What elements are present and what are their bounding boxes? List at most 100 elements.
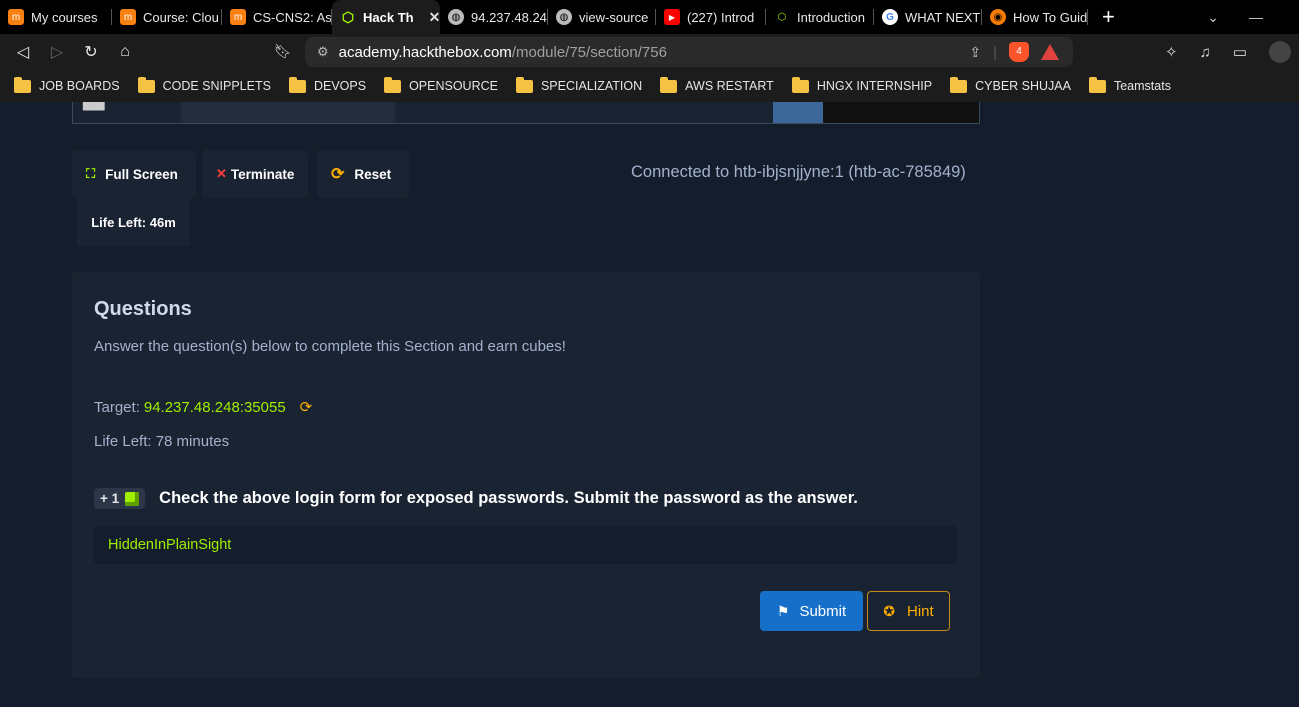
folder-icon <box>384 76 402 93</box>
globe-icon: ◍ <box>556 9 572 25</box>
folder-icon <box>950 76 968 93</box>
connection-status: Connected to htb-ibjsnjjyne:1 (htb-ac-78… <box>631 163 966 181</box>
bookmark-folder[interactable]: OPENSOURCE <box>384 76 498 93</box>
vnc-taskbar-strip <box>823 102 979 123</box>
browser-tab-active[interactable]: ⬡ Hack Th ✕ <box>332 0 440 34</box>
flag-icon: ⚑ <box>776 602 790 619</box>
cube-reward-badge: + 1 <box>94 488 146 509</box>
site-settings-icon[interactable]: ⚙︎ <box>317 44 329 60</box>
brave-rewards-icon[interactable] <box>1041 44 1059 60</box>
close-icon: ✕ <box>216 166 227 181</box>
browser-tab[interactable]: m Course: Clou <box>112 0 222 34</box>
reload-icon[interactable]: ↻ <box>74 42 108 62</box>
tab-title: WHAT NEXT <box>905 9 981 25</box>
profile-icon[interactable] <box>1269 41 1291 63</box>
moodle-icon: m <box>8 9 24 25</box>
youtube-icon: ▶ <box>664 9 680 25</box>
back-icon[interactable]: ◁ <box>6 42 40 62</box>
github-icon: ◉ <box>990 9 1006 25</box>
questions-subtitle: Answer the question(s) below to complete… <box>94 338 566 355</box>
browser-tab[interactable]: ◍ 94.237.48.24 <box>440 0 548 34</box>
browser-tab[interactable]: m CS-CNS2: As <box>222 0 332 34</box>
bookmarks-bar: JOB BOARDS CODE SNIPPLETS DEVOPS OPENSOU… <box>0 70 1299 102</box>
tab-title: Course: Clou <box>143 9 219 25</box>
folder-icon <box>137 76 155 93</box>
tab-title: Introduction <box>797 9 865 25</box>
vnc-life-left: Life Left: 46m <box>77 198 190 246</box>
vnc-screen[interactable]: ▆▆ <box>72 102 980 124</box>
share-icon[interactable]: ⇪ <box>969 44 981 61</box>
close-icon[interactable]: ✕ <box>429 9 440 26</box>
htb-cube-icon: ⬡ <box>341 8 355 25</box>
forward-icon[interactable]: ▷ <box>40 42 74 62</box>
reset-target-icon[interactable]: ⟳ <box>300 398 313 416</box>
browser-tab[interactable]: m My courses <box>0 0 112 34</box>
home-icon[interactable]: ⌂ <box>108 43 142 61</box>
question-text: Check the above login form for exposed p… <box>159 489 858 507</box>
terminate-button[interactable]: ✕ Terminate <box>202 150 308 198</box>
google-icon: G <box>882 9 898 25</box>
vnc-window-strip <box>181 102 395 123</box>
folder-icon <box>14 76 31 93</box>
tab-title: Hack Th <box>363 9 414 25</box>
bookmark-folder[interactable]: HNGX INTERNSHIP <box>791 76 932 93</box>
folder-icon <box>791 76 809 93</box>
url-host: academy.hackthebox.com <box>338 43 512 61</box>
url-path: /module/75/section/756 <box>511 43 667 61</box>
vnc-menu-icon: ▆▆ <box>83 102 105 110</box>
vnc-taskbar-strip <box>773 102 823 123</box>
tab-title: 94.237.48.24 <box>471 9 547 25</box>
folder-icon <box>288 76 306 93</box>
lifebuoy-icon: ✪ <box>883 602 896 619</box>
globe-icon: ◍ <box>448 9 464 25</box>
hint-button[interactable]: ✪ Hint <box>867 591 950 631</box>
browser-tab[interactable]: ◍ view-source <box>548 0 656 34</box>
target-life-left: Life Left: 78 minutes <box>94 433 230 450</box>
media-icon[interactable]: ♫ <box>1200 44 1211 61</box>
browser-tab[interactable]: G WHAT NEXT <box>874 0 982 34</box>
new-tab-button[interactable]: + <box>1088 4 1129 30</box>
bookmark-icon[interactable]: 🔖︎ <box>274 43 292 60</box>
target-label: Target: <box>94 398 140 416</box>
reset-icon: ⟳ <box>331 166 345 183</box>
tab-title: CS-CNS2: As <box>253 9 332 25</box>
bookmark-folder[interactable]: CODE SNIPPLETS <box>137 76 271 93</box>
cube-icon <box>125 491 140 506</box>
folder-icon <box>515 76 533 93</box>
answer-field[interactable]: HiddenInPlainSight <box>94 526 957 564</box>
question-row: + 1 Check the above login form for expos… <box>94 488 858 509</box>
minimize-icon[interactable]: — <box>1249 9 1263 25</box>
bookmark-folder[interactable]: SPECIALIZATION <box>515 76 642 93</box>
submit-button[interactable]: ⚑ Submit <box>760 591 863 631</box>
browser-tab[interactable]: ▶ (227) Introd <box>656 0 766 34</box>
bookmark-folder[interactable]: JOB BOARDS <box>14 76 120 93</box>
bookmark-folder[interactable]: AWS RESTART <box>660 76 774 93</box>
wallet-icon[interactable]: ▭ <box>1233 43 1247 61</box>
target-ip: 94.237.48.248:35055 <box>143 398 286 416</box>
brave-shields-icon[interactable]: 4 <box>1009 42 1029 62</box>
tab-title: My courses <box>31 9 98 25</box>
browser-tab[interactable]: ◉ How To Guid <box>982 0 1088 34</box>
moodle-icon: m <box>120 9 136 25</box>
bookmark-folder[interactable]: Teamstats <box>1088 76 1171 93</box>
browser-nav-bar: ◁ ▷ ↻ ⌂ 🔖︎ ⚙︎ academy.hackthebox.com/mod… <box>0 34 1299 70</box>
chevron-down-icon[interactable]: ⌄ <box>1207 9 1219 26</box>
browser-tab-bar: m My courses m Course: Clou m CS-CNS2: A… <box>0 0 1299 34</box>
address-bar[interactable]: ⚙︎ academy.hackthebox.com/module/75/sect… <box>305 37 1073 67</box>
fullscreen-button[interactable]: ⛶ Full Screen <box>72 150 196 198</box>
htb-cube-icon: ⬡ <box>777 11 787 23</box>
questions-title: Questions <box>94 298 192 320</box>
bookmark-folder[interactable]: CYBER SHUJAA <box>950 76 1071 93</box>
tab-title: view-source <box>579 9 649 25</box>
extensions-icon[interactable]: ✧ <box>1165 43 1178 61</box>
target-info: Target: 94.237.48.248:35055 ⟳ <box>94 398 313 417</box>
expand-icon: ⛶ <box>86 166 96 181</box>
browser-tab[interactable]: ⬡ Introduction <box>766 0 874 34</box>
moodle-icon: m <box>230 9 246 25</box>
tab-title: How To Guid <box>1013 9 1088 25</box>
bookmark-folder[interactable]: DEVOPS <box>288 76 366 93</box>
reset-button[interactable]: ⟳ Reset <box>317 150 409 198</box>
tab-title: (227) Introd <box>687 9 755 25</box>
folder-icon <box>660 76 678 93</box>
folder-icon <box>1088 76 1106 93</box>
